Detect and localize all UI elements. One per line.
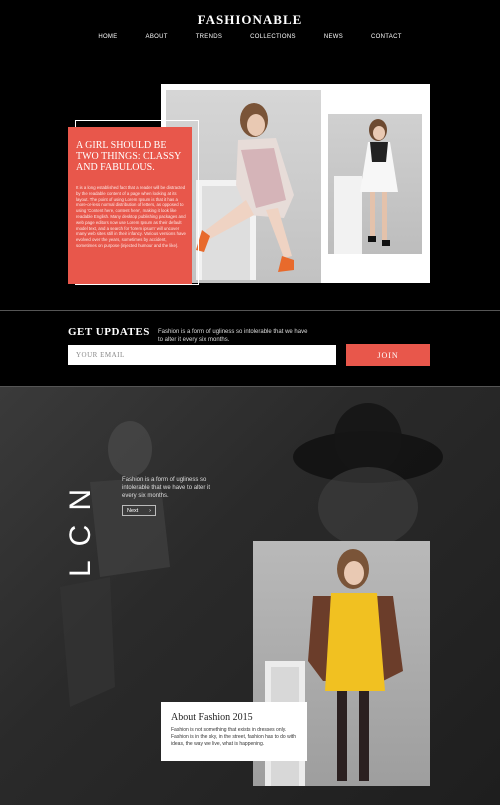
about-body: Fashion is not something that exists in …: [171, 727, 296, 747]
next-button[interactable]: Next ›: [122, 505, 156, 516]
hero-body: It is a long established fact that a rea…: [76, 185, 186, 248]
email-field[interactable]: YOUR EMAIL: [68, 345, 336, 365]
chevron-right-icon: ›: [149, 507, 151, 514]
hero-text-card: A GIRL SHOULD BE TWO THINGS: CLASSY AND …: [68, 127, 192, 284]
brand-logo[interactable]: FASHIONABLE: [0, 12, 500, 28]
nav-news[interactable]: NEWS: [324, 34, 343, 40]
feature-text: Fashion is a form of ugliness so intoler…: [122, 477, 211, 499]
about-card: About Fashion 2015 Fashion is not someth…: [161, 702, 307, 761]
updates-text: Fashion is a form of ugliness so intoler…: [158, 329, 308, 343]
nav-home[interactable]: HOME: [98, 34, 117, 40]
about-title: About Fashion 2015: [171, 712, 253, 723]
nav-about[interactable]: ABOUT: [146, 34, 168, 40]
nav-trends[interactable]: TRENDS: [196, 34, 222, 40]
updates-title: GET UPDATES: [68, 326, 150, 338]
feature-label-text: LCN: [64, 474, 97, 577]
join-button[interactable]: JOIN: [346, 344, 430, 366]
section-divider: [0, 310, 500, 311]
main-nav: HOME ABOUT TRENDS COLLECTIONS NEWS CONTA…: [0, 34, 500, 40]
feature-label: LCN: [64, 473, 97, 577]
hero-secondary-photo: [328, 114, 422, 254]
hero-title: A GIRL SHOULD BE TWO THINGS: CLASSY AND …: [76, 140, 182, 173]
nav-collections[interactable]: COLLECTIONS: [250, 34, 296, 40]
nav-contact[interactable]: CONTACT: [371, 34, 402, 40]
next-label: Next: [127, 507, 139, 514]
